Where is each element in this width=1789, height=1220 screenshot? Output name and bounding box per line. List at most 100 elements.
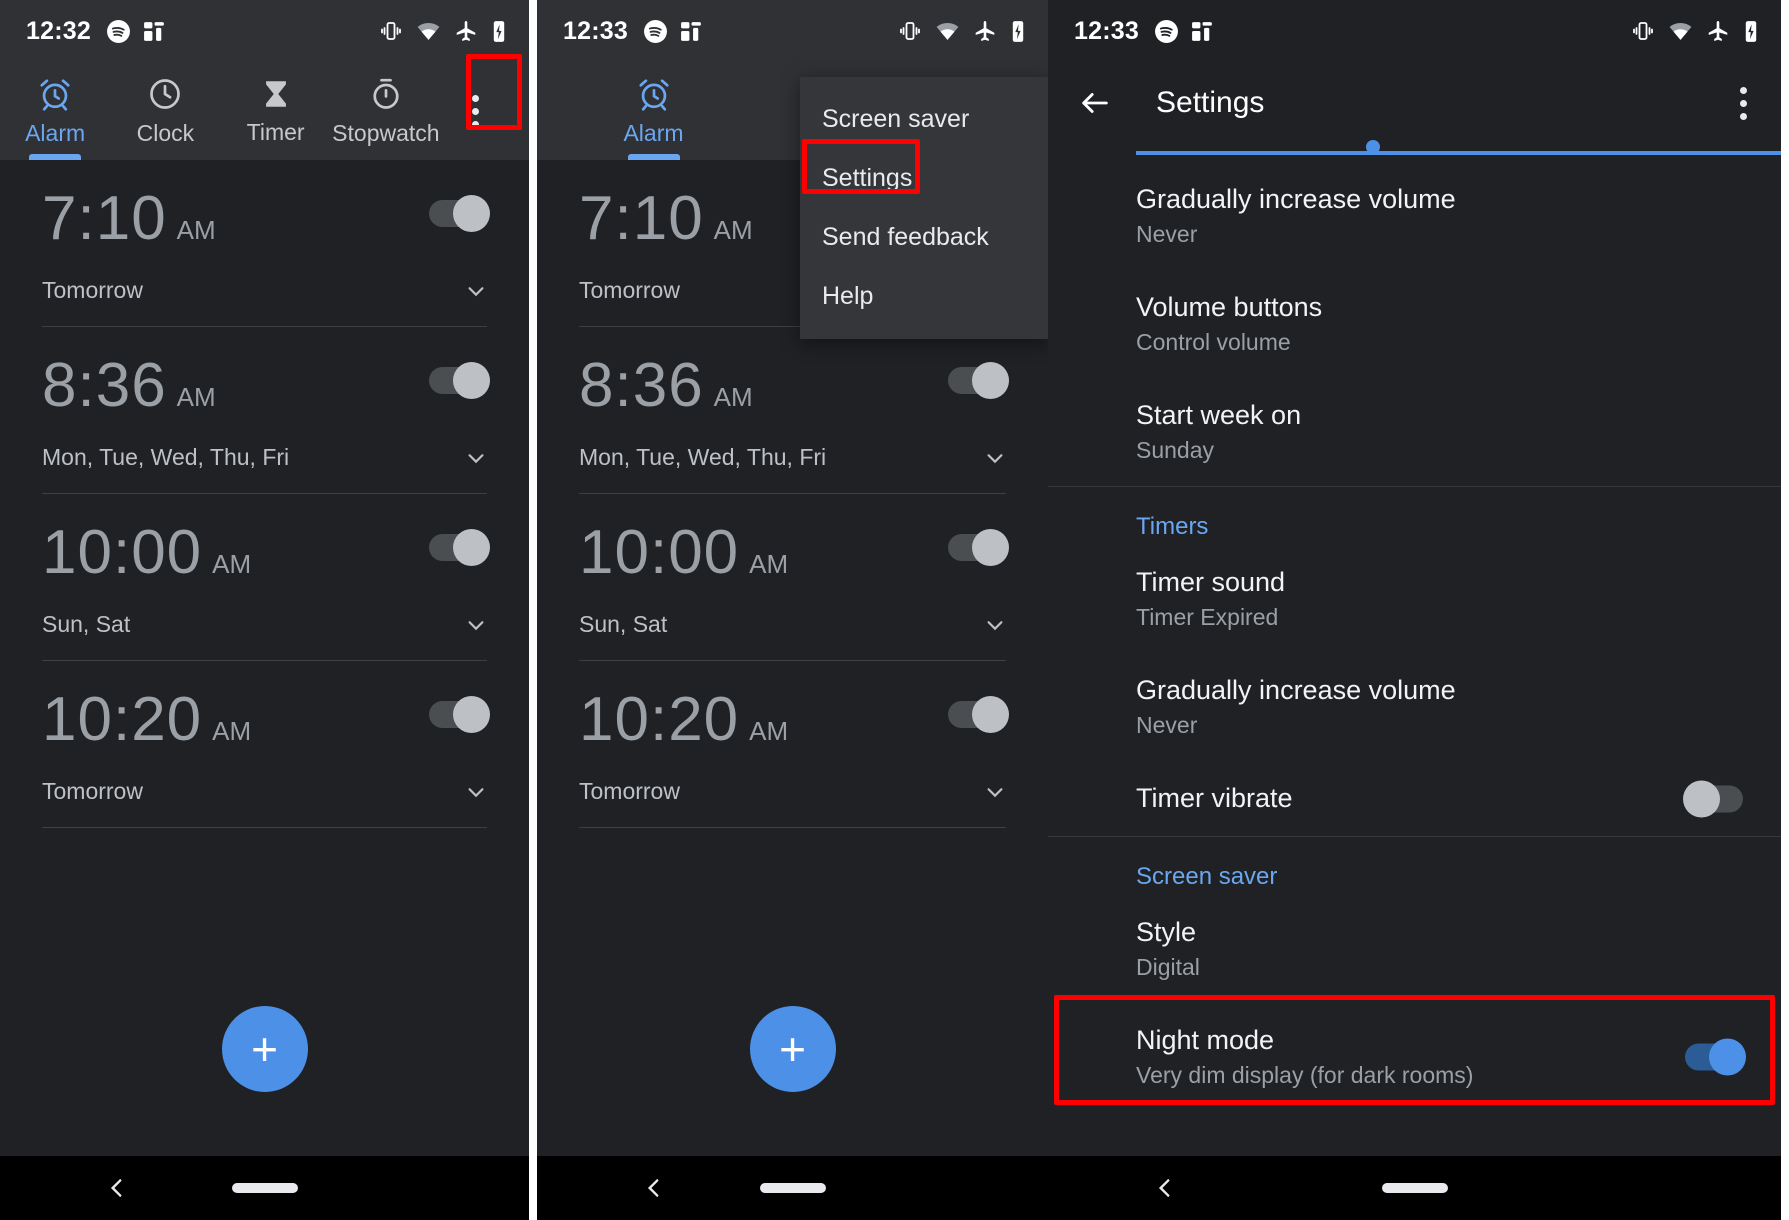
spotify-icon [1154,19,1178,43]
toggle-knob [972,529,1009,567]
timer-vibrate-toggle[interactable] [1683,780,1743,817]
settings-app-bar: Settings [1048,62,1781,144]
tab-clock-label: Clock [136,119,195,146]
back-icon[interactable] [641,1175,667,1201]
tab-stopwatch[interactable]: Stopwatch [331,62,441,160]
alarm-schedule-label: Mon, Tue, Wed, Thu, Fri [579,444,827,471]
alarm-time: 10:20 AM [42,687,487,752]
wifi-icon [1669,22,1692,40]
menu-item-screen-saver[interactable]: Screen saver [800,90,1048,149]
home-pill[interactable] [1381,1183,1448,1193]
tab-alarm[interactable]: Alarm [0,62,110,160]
setting-value: Never [1136,712,1198,738]
alarm-item[interactable]: 10:20 AM Tomorrow [579,661,1009,829]
status-bar-time: 12:33 [563,16,628,45]
phone-screen-overflow-menu: 12:33 Alarm Clock [537,0,1048,1220]
alarm-time-value: 8:36 [579,351,704,421]
setting-title: Gradually increase volume [1136,675,1456,705]
alarm-time-meridiem: AM [749,716,789,747]
tab-alarm-label: Alarm [25,119,86,146]
list-divider [42,827,487,829]
alarm-item[interactable]: 10:00 AM Sun, Sat [579,494,1009,662]
alarm-enable-toggle[interactable] [948,696,1009,734]
alarm-item[interactable]: 7:10 AM Tomorrow [42,160,490,328]
alarm-time-value: 7:10 [579,184,704,253]
alarm-schedule-row: Tomorrow [42,251,487,326]
chevron-down-icon[interactable] [465,614,487,636]
settings-overflow-button[interactable] [1730,79,1757,128]
back-icon[interactable] [1152,1175,1178,1201]
scroll-thumb[interactable] [1366,140,1380,154]
overflow-menu-button[interactable] [441,94,509,128]
chevron-down-icon[interactable] [984,614,1006,636]
alarm-item[interactable]: 8:36 AM Mon, Tue, Wed, Thu, Fri [579,327,1009,495]
setting-row-gradually-increase-volume[interactable]: Gradually increase volume Never [1048,162,1781,270]
home-pill[interactable] [759,1183,826,1193]
clock-app-tab-bar: Alarm Clock Timer Stopwatch [0,54,529,160]
setting-value: Never [1136,221,1198,247]
setting-value: Sunday [1136,437,1215,463]
alarm-time: 8:36 AM [42,353,487,418]
setting-row-volume-buttons[interactable]: Volume buttons Control volume [1048,270,1781,378]
alarm-time-value: 8:36 [42,351,167,421]
spotify-icon [643,19,667,43]
toggle-knob [453,696,490,734]
battery-icon [1012,20,1024,42]
chevron-down-icon[interactable] [465,781,487,803]
add-alarm-button[interactable]: + [749,1006,836,1092]
alarm-schedule-row: Mon, Tue, Wed, Thu, Fri [579,418,1006,493]
tab-clock[interactable]: Clock [110,62,220,160]
setting-title: Timer vibrate [1136,783,1293,813]
chevron-down-icon[interactable] [465,447,487,469]
settings-scroll-indicator[interactable] [1048,140,1781,162]
toggle-knob [972,696,1009,734]
chevron-down-icon[interactable] [984,447,1006,469]
vibrate-icon [381,22,401,40]
alarm-enable-toggle[interactable] [948,362,1009,400]
kebab-dot [1740,112,1747,120]
alarm-schedule-row: Tomorrow [42,752,487,827]
setting-title: Timer sound [1136,567,1286,597]
setting-value: Control volume [1136,329,1291,355]
screenshot-stage: 12:32 Alarm Clock Timer Stopwatch 7:10 A… [0,0,1789,1220]
home-pill[interactable] [231,1183,298,1193]
status-bar: 12:33 [1048,0,1781,62]
back-icon[interactable] [104,1175,130,1201]
chevron-down-icon[interactable] [465,280,487,302]
alarm-enable-toggle[interactable] [429,529,490,567]
setting-row-night-mode[interactable]: Night mode Very dim display (for dark ro… [1048,1003,1781,1111]
phone-screen-alarm-list: 12:32 Alarm Clock Timer Stopwatch 7:10 A… [0,0,529,1220]
add-alarm-button[interactable]: + [221,1006,308,1092]
status-bar: 12:32 [0,0,529,62]
status-bar-system-icons [898,19,1026,44]
menu-item-settings[interactable]: Settings [800,149,1048,208]
setting-row-timer-sound[interactable]: Timer sound Timer Expired [1048,545,1781,653]
chevron-down-icon[interactable] [984,781,1006,803]
back-arrow-icon[interactable] [1078,86,1112,120]
setting-row-style[interactable]: Style Digital [1048,895,1781,1003]
toggle-knob [453,195,490,232]
alarm-enable-toggle[interactable] [429,362,490,400]
tab-timer[interactable]: Timer [221,62,331,160]
night-mode-toggle[interactable] [1685,1038,1746,1076]
alarm-item[interactable]: 8:36 AM Mon, Tue, Wed, Thu, Fri [42,327,490,495]
alarm-enable-toggle[interactable] [429,195,490,232]
kebab-menu-icon [471,94,479,102]
menu-item-help[interactable]: Help [800,267,1048,326]
alarm-enable-toggle[interactable] [429,696,490,734]
alarm-time-value: 10:00 [579,518,740,588]
menu-item-send-feedback[interactable]: Send feedback [800,208,1048,267]
alarm-item[interactable]: 10:20 AM Tomorrow [42,661,490,829]
settings-list: Gradually increase volume Never Volume b… [1048,162,1781,1156]
night-mode-container: Night mode Very dim display (for dark ro… [1048,995,1781,1111]
setting-row-timer-vibrate[interactable]: Timer vibrate [1048,761,1781,836]
setting-row-start-week-on[interactable]: Start week on Sunday [1048,378,1781,486]
status-bar-notification-icons [1154,19,1215,44]
alarm-enable-toggle[interactable] [948,529,1009,567]
setting-row-timer-gradually-increase-volume[interactable]: Gradually increase volume Never [1048,653,1781,761]
status-bar-notification-icons [106,19,167,44]
alarm-item[interactable]: 10:00 AM Sun, Sat [42,494,490,662]
page-title: Settings [1156,86,1265,119]
alarm-time-meridiem: AM [212,549,252,580]
tab-alarm[interactable]: Alarm [537,62,770,160]
